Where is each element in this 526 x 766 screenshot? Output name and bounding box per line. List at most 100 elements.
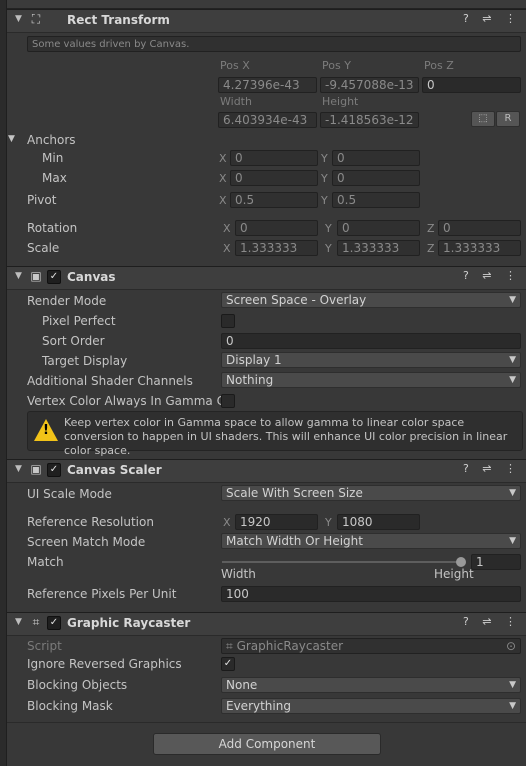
axis-z-label: Z (427, 222, 435, 235)
add-component-button[interactable]: Add Component (153, 733, 381, 755)
height-label: Height (322, 95, 359, 108)
more-menu-icon[interactable]: ⋮ (505, 615, 516, 628)
presets-icon[interactable]: ⇌ (482, 12, 491, 25)
reference-resolution-x-field[interactable]: 1920 (235, 514, 318, 530)
scale-y-field[interactable]: 1.333333 (337, 240, 420, 256)
shader-channels-value: Nothing (226, 373, 274, 387)
blocking-mask-dropdown[interactable]: Everything ▼ (221, 698, 521, 714)
pos-y-field[interactable]: -9.457088e-13 (320, 77, 419, 93)
script-icon: ⌗ (226, 639, 237, 653)
dropdown-arrow-icon: ▼ (509, 295, 516, 305)
fold-arrow-icon[interactable]: ▼ (15, 271, 22, 281)
reference-resolution-label: Reference Resolution (27, 515, 154, 529)
canvas-scaler-icon: ▣ (30, 462, 42, 476)
blueprint-icon: ⬚ (478, 113, 488, 124)
component-title: Graphic Raycaster (67, 616, 191, 630)
canvas-scaler-header[interactable]: ▼ ▣ ✓ Canvas Scaler ? ⇌ ⋮ (7, 459, 526, 483)
reference-ppu-field[interactable]: 100 (221, 586, 521, 602)
warning-icon: ! (34, 419, 58, 441)
presets-icon[interactable]: ⇌ (482, 615, 491, 628)
scale-label: Scale (27, 241, 60, 255)
render-mode-dropdown[interactable]: Screen Space - Overlay ▼ (221, 292, 521, 308)
dropdown-arrow-icon: ▼ (509, 701, 516, 711)
pos-x-field[interactable]: 4.27396e-43 (218, 77, 317, 93)
match-height-label: Height (434, 567, 474, 581)
rect-transform-icon: ⛶ (31, 12, 41, 26)
pos-y-label: Pos Y (322, 59, 351, 72)
ignore-reversed-checkbox[interactable]: ✓ (221, 657, 235, 671)
reference-resolution-y-field[interactable]: 1080 (337, 514, 420, 530)
canvas-header[interactable]: ▼ ▣ ✓ Canvas ? ⇌ ⋮ (7, 266, 526, 290)
height-field[interactable]: -1.418563e-12 (320, 112, 419, 128)
help-icon[interactable]: ? (463, 615, 469, 628)
presets-icon[interactable]: ⇌ (482, 462, 491, 475)
pixel-perfect-checkbox[interactable] (221, 314, 235, 328)
left-gutter (0, 0, 7, 766)
pos-x-label: Pos X (220, 59, 250, 72)
graphic-raycaster-enabled-checkbox[interactable]: ✓ (47, 616, 61, 630)
canvas-icon: ▣ (30, 269, 42, 283)
anchor-min-label: Min (42, 151, 64, 165)
rotation-y-field[interactable]: 0 (337, 220, 420, 236)
divider (7, 722, 526, 723)
canvas-scaler-enabled-checkbox[interactable]: ✓ (47, 463, 61, 477)
anchors-label[interactable]: Anchors (27, 133, 76, 147)
rotation-z-field[interactable]: 0 (438, 220, 521, 236)
fold-arrow-icon[interactable]: ▼ (15, 464, 22, 474)
raw-edit-button[interactable]: R (496, 111, 520, 127)
match-slider-track[interactable] (222, 561, 462, 563)
target-display-value: Display 1 (226, 353, 282, 367)
width-field[interactable]: 6.403934e-43 (218, 112, 317, 128)
dropdown-arrow-icon: ▼ (509, 488, 516, 498)
blocking-objects-dropdown[interactable]: None ▼ (221, 677, 521, 693)
rect-transform-header[interactable]: ▼ ⛶ Rect Transform ? ⇌ ⋮ (7, 9, 526, 33)
graphic-raycaster-header[interactable]: ▼ ⌗ ✓ Graphic Raycaster ? ⇌ ⋮ (7, 612, 526, 636)
pivot-y-field[interactable]: 0.5 (332, 192, 420, 208)
match-slider-thumb[interactable] (456, 557, 466, 567)
reference-ppu-label: Reference Pixels Per Unit (27, 587, 177, 601)
screen-match-mode-dropdown[interactable]: Match Width Or Height ▼ (221, 533, 521, 549)
help-icon[interactable]: ? (463, 12, 469, 25)
previous-component-edge (7, 0, 526, 9)
anchors-fold-icon[interactable]: ▼ (8, 134, 15, 144)
target-display-dropdown[interactable]: Display 1 ▼ (221, 352, 521, 368)
more-menu-icon[interactable]: ⋮ (505, 462, 516, 475)
pos-z-field[interactable]: 0 (422, 77, 521, 93)
match-value-field[interactable]: 1 (471, 554, 521, 570)
scale-z-field[interactable]: 1.333333 (438, 240, 521, 256)
object-picker-icon[interactable]: ⊙ (506, 639, 516, 653)
sort-order-field[interactable]: 0 (221, 333, 521, 349)
script-field[interactable]: ⌗ GraphicRaycaster ⊙ (221, 638, 521, 654)
pivot-x-field[interactable]: 0.5 (230, 192, 318, 208)
component-title: Canvas Scaler (67, 463, 162, 477)
dropdown-arrow-icon: ▼ (509, 680, 516, 690)
gamma-warning-box: ! Keep vertex color in Gamma space to al… (27, 411, 523, 457)
blueprint-mode-button[interactable]: ⬚ (471, 111, 495, 127)
vertex-color-checkbox[interactable] (221, 394, 235, 408)
match-label: Match (27, 555, 64, 569)
anchor-min-y-field[interactable]: 0 (332, 150, 420, 166)
ui-scale-mode-dropdown[interactable]: Scale With Screen Size ▼ (221, 485, 521, 501)
shader-channels-dropdown[interactable]: Nothing ▼ (221, 372, 521, 388)
blocking-mask-value: Everything (226, 699, 291, 713)
more-menu-icon[interactable]: ⋮ (505, 12, 516, 25)
anchor-max-y-field[interactable]: 0 (332, 170, 420, 186)
anchor-max-x-field[interactable]: 0 (230, 170, 318, 186)
scale-x-field[interactable]: 1.333333 (235, 240, 318, 256)
more-menu-icon[interactable]: ⋮ (505, 269, 516, 282)
canvas-enabled-checkbox[interactable]: ✓ (47, 270, 61, 284)
warning-text: Keep vertex color in Gamma space to allo… (64, 416, 508, 457)
presets-icon[interactable]: ⇌ (482, 269, 491, 282)
anchor-min-x-field[interactable]: 0 (230, 150, 318, 166)
width-label: Width (220, 95, 252, 108)
fold-arrow-icon[interactable]: ▼ (15, 617, 22, 627)
fold-arrow-icon[interactable]: ▼ (15, 14, 22, 24)
dropdown-arrow-icon: ▼ (509, 355, 516, 365)
screen-match-mode-label: Screen Match Mode (27, 535, 146, 549)
help-icon[interactable]: ? (463, 269, 469, 282)
rotation-label: Rotation (27, 221, 78, 235)
script-value: GraphicRaycaster (236, 639, 344, 653)
help-icon[interactable]: ? (463, 462, 469, 475)
pos-z-label: Pos Z (424, 59, 454, 72)
rotation-x-field[interactable]: 0 (235, 220, 318, 236)
